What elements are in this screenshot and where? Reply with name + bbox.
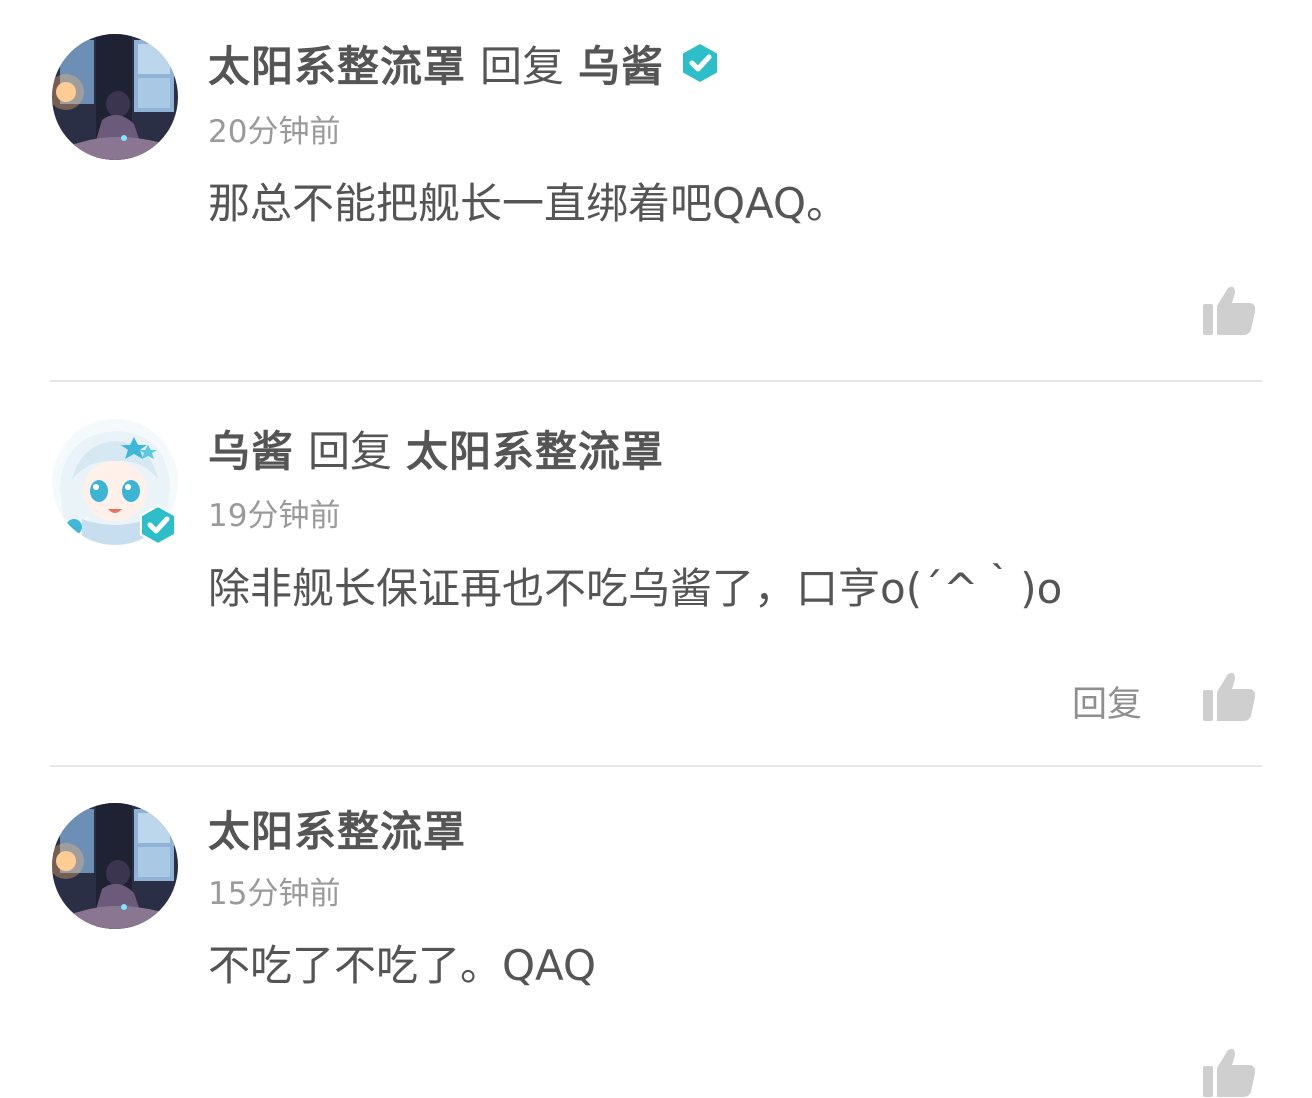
verified-badge-icon — [140, 505, 176, 545]
author-name[interactable]: 乌酱 — [208, 418, 294, 479]
verified-badge-icon — [683, 44, 718, 82]
like-thumb-icon[interactable] — [1202, 670, 1256, 722]
comment-time: 20分钟前 — [208, 114, 341, 150]
night-window-girl-avatar-icon — [52, 803, 178, 929]
comment-time: 15分钟前 — [208, 876, 341, 912]
comment-text: 那总不能把舰长一直绑着吧QAQ。 — [208, 179, 849, 228]
avatar[interactable] — [52, 803, 178, 929]
author-name[interactable]: 太阳系整流罩 — [208, 33, 466, 94]
reply-button[interactable]: 回复 — [1072, 676, 1142, 727]
night-window-girl-avatar-icon — [52, 34, 178, 160]
comment-text: 除非舰长保证再也不吃乌酱了，口亨o(´^｀)o — [208, 564, 1063, 613]
comment-header: 乌酱 回复 太阳系整流罩 — [208, 418, 664, 478]
divider — [50, 380, 1262, 382]
avatar[interactable] — [52, 34, 178, 160]
reply-to-name[interactable]: 乌酱 — [578, 33, 664, 94]
like-thumb-icon[interactable] — [1202, 284, 1256, 336]
comment-time: 19分钟前 — [208, 498, 341, 534]
divider — [50, 765, 1262, 767]
comment-text: 不吃了不吃了。QAQ — [208, 941, 597, 990]
like-thumb-icon[interactable] — [1202, 1046, 1256, 1098]
reply-to-name[interactable]: 太阳系整流罩 — [406, 418, 664, 479]
reply-label: 回复 — [480, 41, 565, 91]
comment-header: 太阳系整流罩 — [208, 798, 466, 858]
author-name[interactable]: 太阳系整流罩 — [208, 798, 466, 859]
comment-header: 太阳系整流罩 回复 乌酱 — [208, 33, 720, 93]
reply-label: 回复 — [308, 426, 393, 476]
